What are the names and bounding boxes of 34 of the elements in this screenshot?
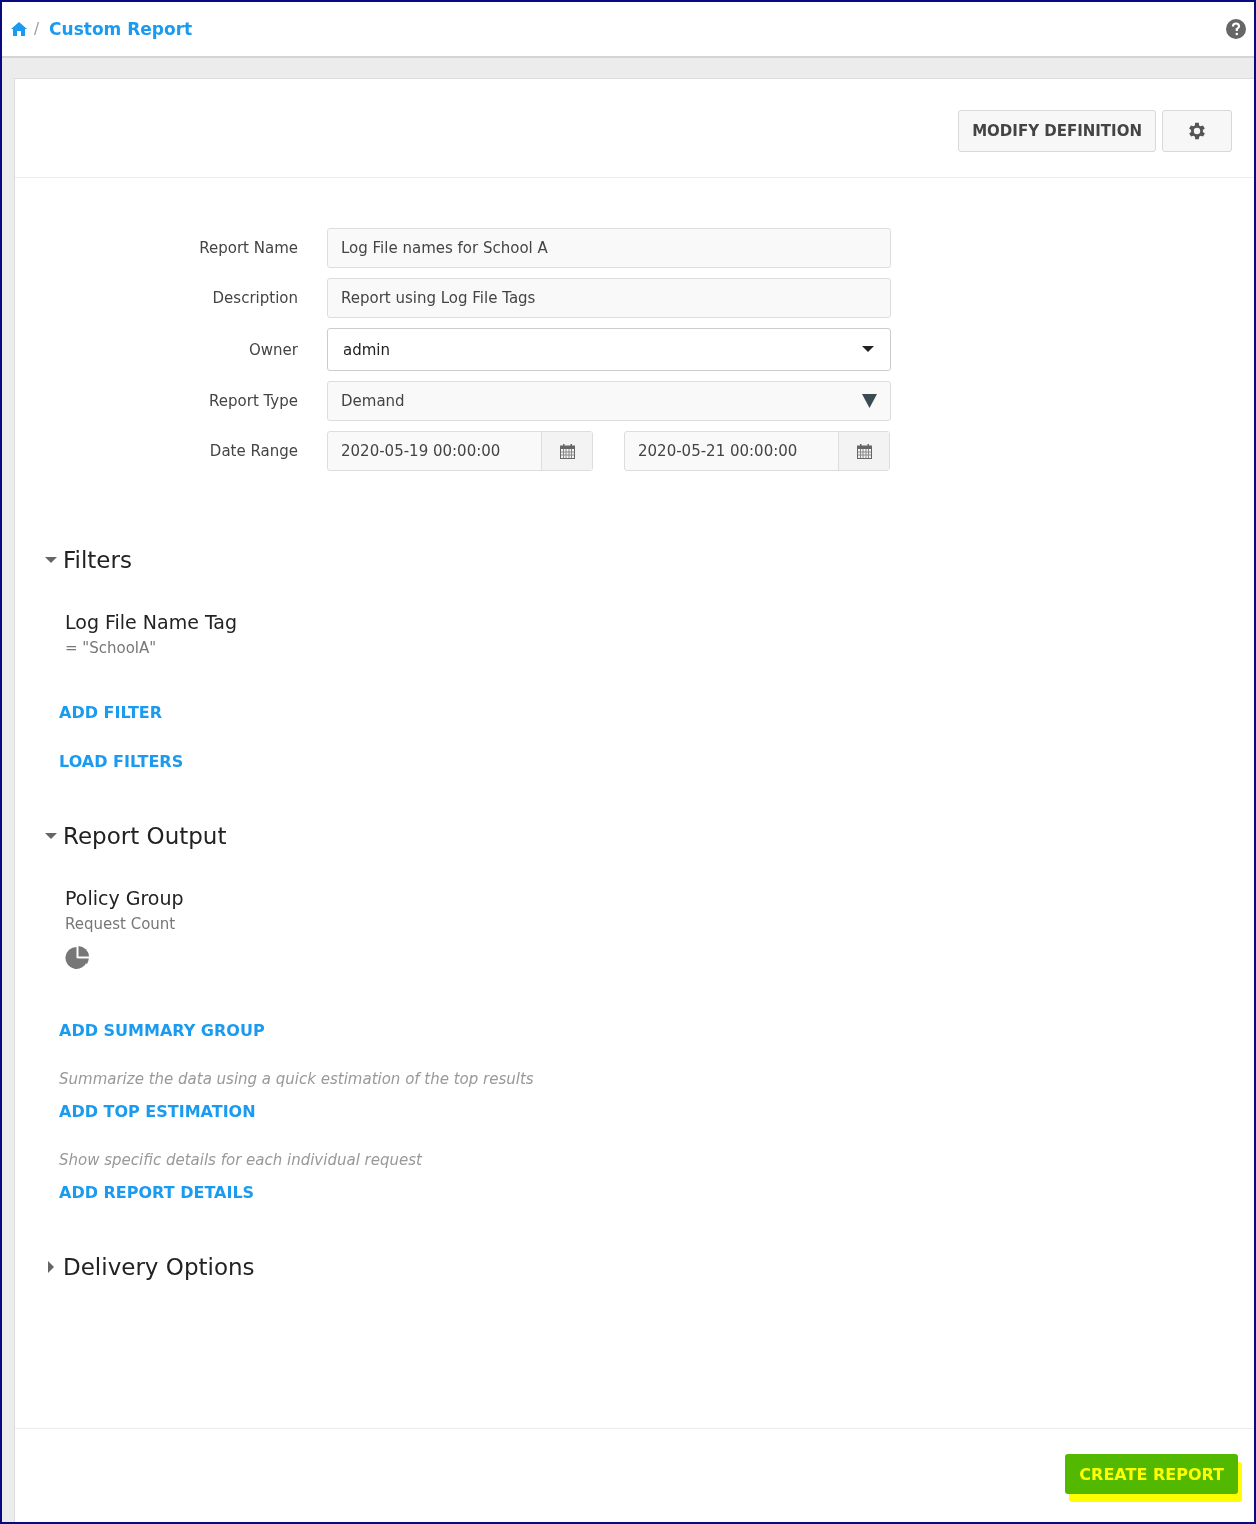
calendar-button[interactable]	[542, 432, 592, 470]
field-label: Description	[211, 289, 299, 307]
item-title: Log File Name Tag	[65, 611, 239, 633]
item-subtitle: = "SchoolA"	[65, 639, 158, 657]
field-label: Date Range	[208, 442, 299, 460]
caret-down-icon	[45, 554, 57, 566]
modify-definition-button[interactable]: MODIFY DEFINITION	[958, 110, 1156, 152]
pie-chart-icon	[65, 945, 91, 971]
field-label: Report Name	[198, 239, 299, 257]
breadcrumb-separator: /	[34, 20, 40, 38]
hint-text: Summarize the data using a quick estimation of the top results	[59, 1070, 535, 1088]
field-label: Report Type	[208, 392, 299, 410]
help-icon[interactable]	[1226, 19, 1246, 39]
caret-right-icon	[45, 1261, 57, 1273]
settings-button[interactable]	[1162, 110, 1232, 152]
hint-text: Show specific details for each individual request	[59, 1151, 424, 1169]
item-subtitle: Request Count	[65, 915, 177, 933]
settings-icon	[1186, 120, 1208, 142]
calendar-icon	[559, 443, 575, 459]
section-header[interactable]: Filters	[45, 547, 132, 573]
caret-down-icon	[45, 830, 57, 842]
owner-dropdown[interactable]: admin	[327, 328, 891, 371]
field-label: Owner	[248, 340, 299, 359]
caret-down-icon	[862, 346, 874, 353]
calendar-icon	[856, 443, 872, 459]
home-icon[interactable]	[10, 21, 28, 37]
section-header[interactable]: Report Output	[45, 823, 227, 849]
calendar-button[interactable]	[839, 432, 889, 470]
text-field[interactable]: Report using Log File Tags	[327, 278, 891, 318]
triangle-down-icon	[862, 394, 877, 408]
section-header[interactable]: Delivery Options	[45, 1254, 255, 1280]
select-field[interactable]: Demand	[327, 381, 891, 421]
text-field[interactable]: Log File names for School A	[327, 228, 891, 268]
item-title: Policy Group	[65, 887, 185, 909]
